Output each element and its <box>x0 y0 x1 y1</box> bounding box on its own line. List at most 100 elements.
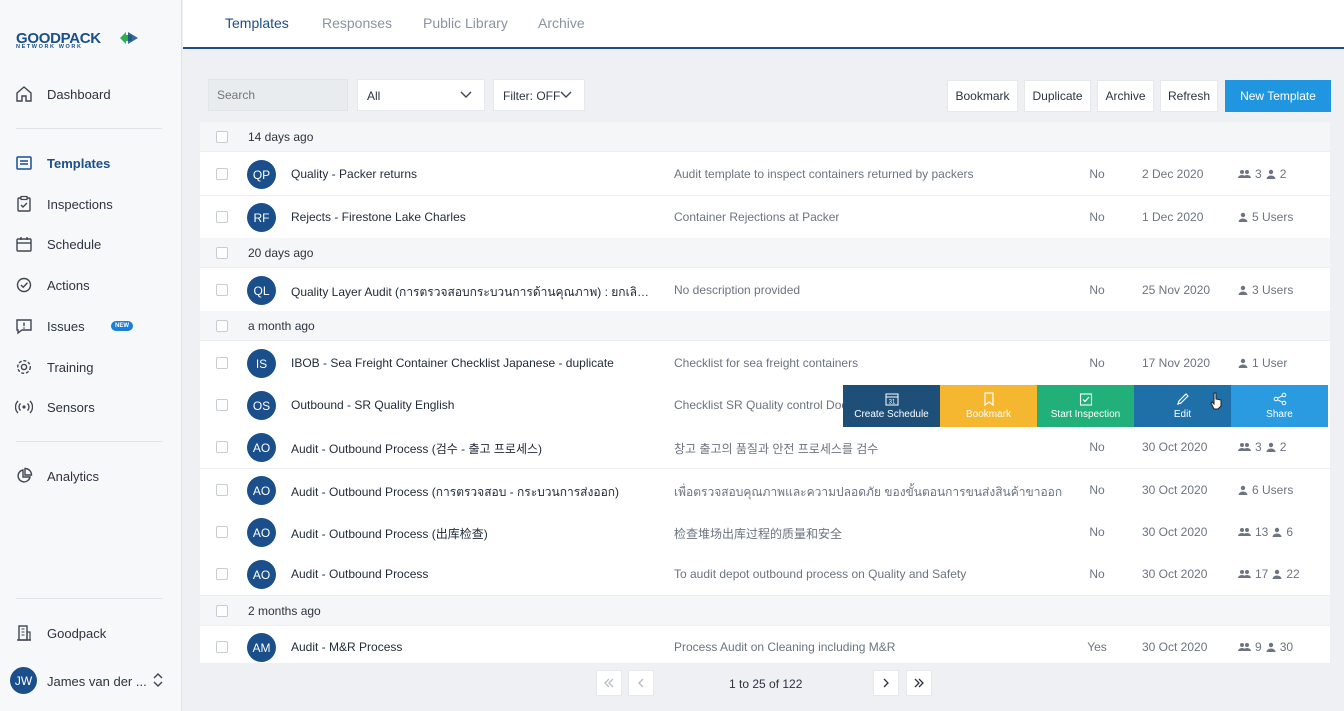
user-avatar[interactable]: JW <box>10 667 37 694</box>
sidebar-item-organization[interactable]: Goodpack <box>0 615 181 651</box>
share-button[interactable]: Share <box>1231 385 1328 427</box>
sidebar-item-training[interactable]: Training <box>0 349 181 385</box>
group-checkbox[interactable] <box>216 605 228 617</box>
group-icon <box>1238 643 1251 651</box>
table-row[interactable]: AO Audit - Outbound Process To audit dep… <box>200 553 1330 596</box>
tab-public-library[interactable]: Public Library <box>423 15 508 31</box>
sidebar-item-inspections[interactable]: Inspections <box>0 186 181 222</box>
first-page-button[interactable] <box>596 670 622 696</box>
templates-table: 14 days ago QP Quality - Packer returns … <box>200 122 1330 663</box>
last-page-button[interactable] <box>906 670 932 696</box>
template-avatar: AO <box>247 518 276 547</box>
row-checkbox[interactable] <box>216 284 228 296</box>
group-checkbox[interactable] <box>216 247 228 259</box>
published-value: No <box>1089 283 1105 297</box>
tab-archive[interactable]: Archive <box>538 15 585 31</box>
group-checkbox[interactable] <box>216 320 228 332</box>
calendar-day: 31 <box>888 400 895 406</box>
new-template-button[interactable]: New Template <box>1225 80 1331 112</box>
access-info: 6 Users <box>1238 483 1293 497</box>
row-checkbox[interactable] <box>216 484 228 496</box>
create-schedule-button[interactable]: 31 Create Schedule <box>843 385 940 427</box>
group-checkbox[interactable] <box>216 131 228 143</box>
table-row[interactable]: AO Audit - Outbound Process (การตรวจสอบ … <box>200 469 1330 512</box>
tab-responses[interactable]: Responses <box>322 15 392 31</box>
template-name[interactable]: Quality Layer Audit (การตรวจสอบกระบวนการ… <box>291 283 651 302</box>
search-input[interactable] <box>208 79 348 111</box>
template-name[interactable]: Audit - Outbound Process <box>291 567 428 581</box>
sidebar-item-dashboard[interactable]: Dashboard <box>0 76 181 112</box>
table-row[interactable]: QL Quality Layer Audit (การตรวจสอบกระบวน… <box>200 269 1330 312</box>
chevron-up-down-icon[interactable] <box>152 671 164 689</box>
row-checkbox[interactable] <box>216 211 228 223</box>
sidebar-item-label: Schedule <box>47 237 102 252</box>
published-value: No <box>1089 167 1105 181</box>
table-row[interactable]: AO Audit - Outbound Process (검수 - 출고 프로세… <box>200 426 1330 469</box>
table-row[interactable]: RF Rejects - Firestone Lake Charles Cont… <box>200 196 1330 239</box>
template-avatar: QL <box>247 276 276 305</box>
modified-date: 30 Oct 2020 <box>1142 640 1208 654</box>
user-count: 30 <box>1279 640 1294 654</box>
user-icon <box>1266 642 1276 652</box>
chevron-left-icon <box>638 678 644 688</box>
sidebar-item-label: Inspections <box>47 197 113 212</box>
group-label: a month ago <box>248 319 315 333</box>
refresh-button[interactable]: Refresh <box>1160 80 1218 112</box>
tab-templates[interactable]: Templates <box>225 15 289 31</box>
table-row[interactable]: AM Audit - M&R Process Process Audit on … <box>200 626 1330 663</box>
group-icon <box>1238 443 1251 451</box>
row-checkbox[interactable] <box>216 568 228 580</box>
group-icon <box>1238 570 1251 578</box>
template-name[interactable]: Outbound - SR Quality English <box>291 398 454 412</box>
archive-button[interactable]: Archive <box>1097 80 1154 112</box>
clipboard-icon <box>17 195 31 212</box>
sidebar-item-issues[interactable]: Issues NEW <box>0 308 181 344</box>
bookmark-action-button[interactable]: Bookmark <box>940 385 1037 427</box>
access-info: 3 Users <box>1238 283 1293 297</box>
sidebar-item-label: Sensors <box>47 400 95 415</box>
start-inspection-button[interactable]: Start Inspection <box>1037 385 1134 427</box>
template-description: Checklist SR Quality control Doc <box>674 398 848 412</box>
sidebar-item-schedule[interactable]: Schedule <box>0 226 181 262</box>
bookmark-button[interactable]: Bookmark <box>947 80 1018 112</box>
previous-page-button[interactable] <box>628 670 654 696</box>
template-name[interactable]: Audit - Outbound Process (การตรวจสอบ - ก… <box>291 483 619 502</box>
template-avatar: OS <box>247 391 276 420</box>
row-checkbox[interactable] <box>216 526 228 538</box>
sidebar-item-actions[interactable]: Actions <box>0 267 181 303</box>
template-avatar: AO <box>247 433 276 462</box>
template-name[interactable]: Rejects - Firestone Lake Charles <box>291 210 466 224</box>
template-name[interactable]: Audit - M&R Process <box>291 640 402 654</box>
row-checkbox[interactable] <box>216 357 228 369</box>
duplicate-button[interactable]: Duplicate <box>1024 80 1091 112</box>
user-icon <box>1266 169 1276 179</box>
row-checkbox[interactable] <box>216 641 228 653</box>
sidebar-item-label: Actions <box>47 278 90 293</box>
category-select[interactable]: All <box>357 79 485 111</box>
user-name[interactable]: James van der ... <box>47 674 147 689</box>
goodpack-logo[interactable]: GOODPACK NETWORK WORK <box>16 30 146 54</box>
table-row[interactable]: QP Quality - Packer returns Audit templa… <box>200 153 1330 196</box>
sidebar-item-templates[interactable]: Templates <box>0 145 181 181</box>
sidebar-item-label: Dashboard <box>47 87 111 102</box>
chevrons-left-icon <box>604 678 614 688</box>
filter-toggle[interactable]: Filter: OFF <box>493 79 585 111</box>
table-row[interactable]: IS IBOB - Sea Freight Container Checklis… <box>200 342 1330 385</box>
row-checkbox[interactable] <box>216 168 228 180</box>
building-icon <box>17 625 31 641</box>
next-page-button[interactable] <box>873 670 899 696</box>
template-name[interactable]: Audit - Outbound Process (검수 - 출고 프로세스) <box>291 440 542 457</box>
filter-label: Filter: OFF <box>503 89 561 103</box>
template-name[interactable]: Audit - Outbound Process (出库检查) <box>291 525 488 542</box>
modified-date: 30 Oct 2020 <box>1142 525 1208 539</box>
sidebar-item-analytics[interactable]: Analytics <box>0 458 181 494</box>
template-name[interactable]: IBOB - Sea Freight Container Checklist J… <box>291 356 614 370</box>
row-checkbox[interactable] <box>216 399 228 411</box>
template-name[interactable]: Quality - Packer returns <box>291 167 417 181</box>
user-icon <box>1238 212 1248 222</box>
table-row[interactable]: AO Audit - Outbound Process (出库检查) 检查堆场出… <box>200 511 1330 554</box>
group-header-row: 2 months ago <box>200 596 1330 626</box>
sidebar-item-sensors[interactable]: Sensors <box>0 389 181 425</box>
row-checkbox[interactable] <box>216 441 228 453</box>
published-value: No <box>1089 567 1105 581</box>
